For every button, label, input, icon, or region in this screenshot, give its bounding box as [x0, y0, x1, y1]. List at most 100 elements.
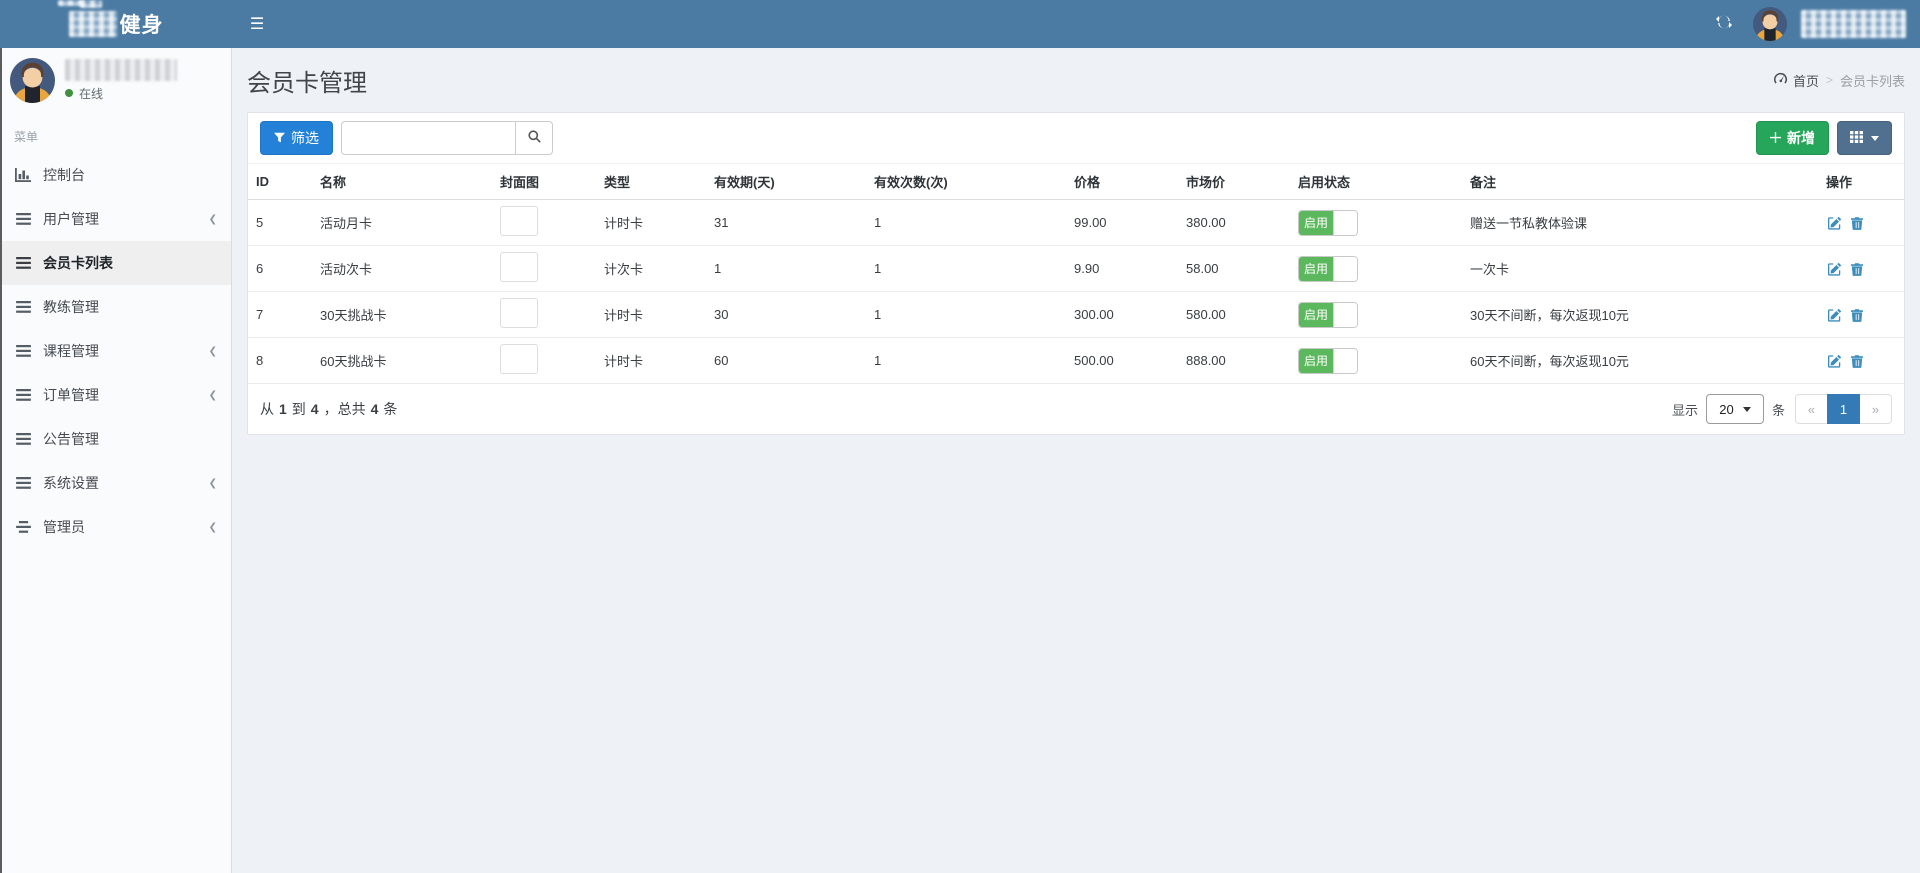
header-name: 名称 — [312, 163, 492, 200]
status-toggle[interactable]: 启用 — [1298, 209, 1358, 236]
cell-price: 99.00 — [1074, 215, 1107, 230]
pagination-prev[interactable]: « — [1795, 394, 1828, 424]
table-row: 5 活动月卡 计时卡 31 1 99.00 380.00 启用 赠送一节私教体验… — [248, 200, 1904, 246]
plus-icon — [1770, 130, 1781, 146]
sidebar-item-coach-management[interactable]: 教练管理 — [0, 285, 231, 329]
size-unit-label: 条 — [1771, 402, 1785, 418]
cell-id: 5 — [256, 215, 264, 230]
status-toggle-label: 启用 — [1299, 210, 1333, 235]
search-group — [341, 121, 553, 155]
table-header-row: ID 名称 封面图 类型 有效期(天) 有效次数(次) 价格 市场价 启用状态 … — [248, 163, 1904, 200]
list-icon — [14, 433, 32, 445]
status-toggle[interactable]: 启用 — [1298, 347, 1358, 374]
cell-id: 6 — [256, 261, 264, 276]
search-input[interactable] — [341, 121, 515, 155]
sidebar-item-label: 控制台 — [43, 167, 85, 183]
sidebar-item-order-management[interactable]: 订单管理 ❮ — [0, 373, 231, 417]
edit-button[interactable] — [1826, 306, 1844, 324]
cell-days: 1 — [714, 261, 722, 276]
search-button[interactable] — [515, 121, 553, 155]
dashboard-icon — [1773, 72, 1788, 88]
breadcrumb-home-link[interactable]: 首页 — [1773, 71, 1819, 90]
delete-button[interactable] — [1848, 214, 1866, 232]
user-avatar[interactable] — [1753, 7, 1787, 41]
edit-button[interactable] — [1826, 214, 1844, 232]
cell-market: 380.00 — [1186, 215, 1226, 230]
redacted-username[interactable] — [1801, 10, 1906, 38]
pagination-page-1[interactable]: 1 — [1827, 394, 1860, 424]
cell-days: 31 — [714, 215, 729, 230]
cover-image[interactable] — [500, 298, 538, 328]
cell-times: 1 — [874, 307, 882, 322]
header-market: 市场价 — [1178, 163, 1290, 200]
edit-button[interactable] — [1826, 352, 1844, 370]
status-toggle-label: 启用 — [1299, 302, 1333, 327]
header-ops: 操作 — [1818, 163, 1904, 200]
status-toggle[interactable]: 启用 — [1298, 301, 1358, 328]
brand-logo[interactable]: 健身 — [0, 0, 232, 48]
cover-image[interactable] — [500, 206, 538, 236]
main-content: 会员卡管理 首页 > 会员卡列表 筛选 新增 ID 名称 封面图 类型 有效期(… — [232, 48, 1920, 873]
toggle-knob — [1333, 210, 1357, 235]
summary-text: 从 — [260, 401, 274, 417]
cell-days: 30 — [714, 307, 729, 322]
delete-button[interactable] — [1848, 260, 1866, 278]
cell-id: 8 — [256, 353, 264, 368]
cell-name: 30天挑战卡 — [320, 308, 387, 323]
header-type: 类型 — [596, 163, 706, 200]
cell-days: 60 — [714, 353, 729, 368]
edit-button[interactable] — [1826, 260, 1844, 278]
cell-name: 60天挑战卡 — [320, 354, 387, 369]
cell-type: 计时卡 — [604, 308, 644, 323]
status-toggle[interactable]: 启用 — [1298, 255, 1358, 282]
list-icon — [14, 301, 32, 313]
sidebar-item-course-management[interactable]: 课程管理 ❮ — [0, 329, 231, 373]
cell-remark: 30天不间断，每次返现10元 — [1470, 308, 1629, 323]
sidebar-item-label: 用户管理 — [43, 211, 99, 227]
sidebar-item-user-management[interactable]: 用户管理 ❮ — [0, 197, 231, 241]
delete-button[interactable] — [1848, 352, 1866, 370]
sidebar-item-label: 教练管理 — [43, 299, 99, 315]
cell-remark: 赠送一节私教体验课 — [1470, 216, 1588, 231]
header-id: ID — [248, 163, 312, 200]
cell-type: 计时卡 — [604, 354, 644, 369]
header-times: 有效次数(次) — [866, 163, 1066, 200]
pagination-next[interactable]: » — [1859, 394, 1892, 424]
cover-image[interactable] — [500, 252, 538, 282]
cover-image[interactable] — [500, 344, 538, 374]
status-toggle-label: 启用 — [1299, 348, 1333, 373]
cell-market: 580.00 — [1186, 307, 1226, 322]
cell-price: 500.00 — [1074, 353, 1114, 368]
header-days: 有效期(天) — [706, 163, 866, 200]
breadcrumb-current: 会员卡列表 — [1839, 73, 1905, 89]
toggle-knob — [1333, 302, 1357, 327]
sidebar-toggle-button[interactable]: ☰ — [232, 0, 282, 48]
menu-section-label: 菜单 — [14, 130, 39, 144]
search-icon — [527, 130, 541, 146]
sidebar-user-panel: 在线 — [0, 48, 231, 110]
table-row: 6 活动次卡 计次卡 1 1 9.90 58.00 启用 一次卡 — [248, 246, 1904, 292]
breadcrumb-home-label: 首页 — [1792, 73, 1819, 89]
add-button[interactable]: 新增 — [1756, 121, 1829, 155]
header-status: 启用状态 — [1290, 163, 1462, 200]
cell-price: 9.90 — [1074, 261, 1100, 276]
sidebar-item-announcement-management[interactable]: 公告管理 — [0, 417, 231, 461]
sidebar-item-label: 管理员 — [43, 519, 85, 535]
brand-text: 健身 — [119, 14, 164, 37]
toggle-knob — [1333, 348, 1357, 373]
navbar-right — [1709, 0, 1920, 48]
delete-button[interactable] — [1848, 306, 1866, 324]
sidebar-item-member-card-list[interactable]: 会员卡列表 — [0, 241, 231, 285]
columns-dropdown-button[interactable] — [1837, 121, 1892, 155]
page-size-value: 20 — [1719, 401, 1734, 417]
filter-button[interactable]: 筛选 — [260, 121, 333, 155]
cell-price: 300.00 — [1074, 307, 1114, 322]
breadcrumb: 首页 > 会员卡列表 — [1773, 71, 1905, 90]
refresh-icon — [1716, 15, 1732, 34]
redacted-sidebar-username — [65, 58, 177, 81]
sidebar-item-console[interactable]: 控制台 — [0, 153, 231, 197]
page-size-select[interactable]: 20 — [1705, 394, 1764, 424]
sidebar-item-administrator[interactable]: 管理员 ❮ — [0, 505, 231, 549]
refresh-button[interactable] — [1709, 0, 1739, 48]
sidebar-item-system-settings[interactable]: 系统设置 ❮ — [0, 461, 231, 505]
